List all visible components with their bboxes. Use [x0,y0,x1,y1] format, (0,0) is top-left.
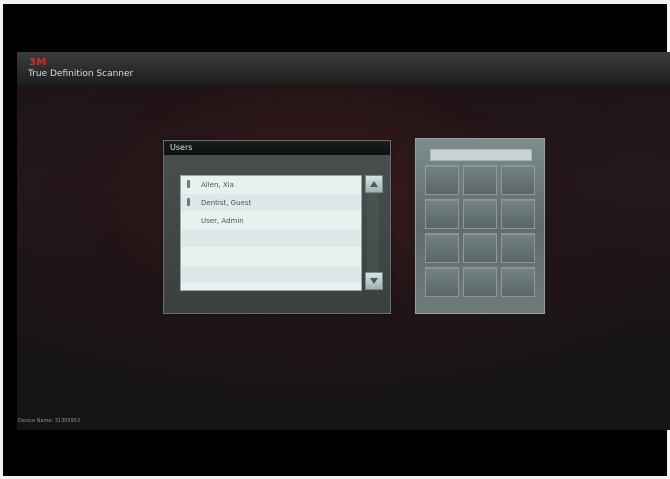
scroll-down-button[interactable] [365,272,383,290]
photo-frame: 3M True Definition Scanner Users Allen, … [3,4,670,476]
device-name-label: Device Name: 31305953 [18,418,81,424]
user-name: Dentist, Guest [201,199,252,207]
user-list-item[interactable]: Dentist, Guest [181,194,361,211]
brand-logo: 3M [29,57,47,68]
keypad-panel [415,138,545,314]
scanner-screen: 3M True Definition Scanner Users Allen, … [17,52,670,430]
chevron-down-icon [370,278,378,284]
keypad-key[interactable] [463,233,497,263]
scroll-up-button[interactable] [365,175,383,193]
header-bar: 3M True Definition Scanner [17,52,670,84]
keypad-key[interactable] [501,165,535,195]
user-name: Allen, Xia [201,181,234,189]
keypad-key[interactable] [425,267,459,297]
keypad-key[interactable] [463,165,497,195]
keypad-key[interactable] [425,233,459,263]
keypad-key[interactable] [425,199,459,229]
user-icon [187,198,190,206]
user-list-item[interactable]: User, Admin [181,212,361,229]
empty-list-row [181,230,361,247]
users-panel: Users Allen, Xia Dentist, Guest User, Ad… [163,140,391,314]
keypad-key[interactable] [501,199,535,229]
pin-display [430,149,532,161]
user-list-item[interactable]: Allen, Xia [181,176,361,193]
keypad-key[interactable] [501,267,535,297]
chevron-up-icon [370,181,378,187]
scrollbar-track[interactable] [367,193,379,273]
keypad-key[interactable] [501,233,535,263]
keypad-key[interactable] [463,267,497,297]
users-panel-header: Users [164,141,390,155]
user-icon [187,180,190,188]
user-name: User, Admin [201,217,244,225]
user-list: Allen, Xia Dentist, Guest User, Admin [180,175,362,291]
keypad-grid [425,165,535,297]
empty-list-row [181,266,361,283]
keypad-key[interactable] [425,165,459,195]
app-title: True Definition Scanner [28,69,134,79]
users-panel-title: Users [170,143,193,152]
keypad-key[interactable] [463,199,497,229]
empty-list-row [181,248,361,265]
